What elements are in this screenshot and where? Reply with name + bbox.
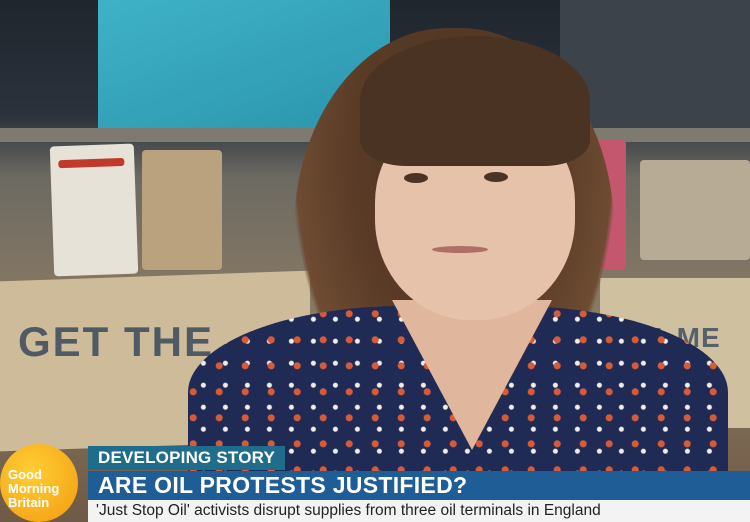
guest-mouth bbox=[432, 246, 488, 253]
protest-sign bbox=[640, 160, 750, 260]
guest-neckline bbox=[392, 300, 552, 450]
logo-line: Good bbox=[8, 467, 42, 482]
placard-left-text: GET THE bbox=[18, 318, 215, 365]
subline: 'Just Stop Oil' activists disrupt suppli… bbox=[96, 502, 601, 519]
protest-sign bbox=[49, 143, 139, 277]
headline: ARE OIL PROTESTS JUSTIFIED? bbox=[98, 472, 468, 498]
developing-story-tag: DEVELOPING STORY bbox=[88, 446, 286, 470]
guest-eye bbox=[404, 173, 428, 183]
guest-eye bbox=[484, 172, 508, 182]
guest-fringe bbox=[360, 36, 590, 166]
gmb-logo-text: Good Morning Britain bbox=[8, 468, 72, 510]
logo-line: Britain bbox=[8, 495, 50, 510]
logo-line: Morning bbox=[8, 481, 60, 496]
video-frame: GET THE ETA ME Good Morning Britain DEVE… bbox=[0, 0, 750, 522]
protest-sign bbox=[142, 150, 222, 270]
